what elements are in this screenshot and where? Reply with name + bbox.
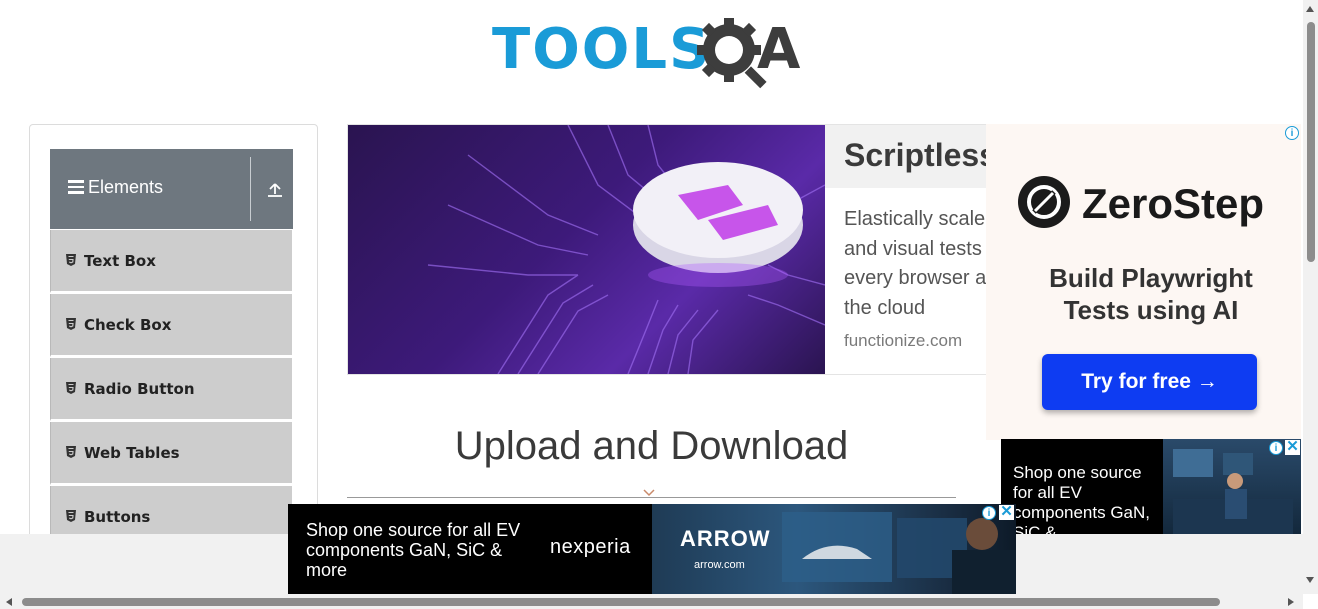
try-for-free-button[interactable]: Try for free → — [1042, 354, 1257, 410]
sidebar-item-label: Check Box — [84, 316, 172, 334]
hamburger-icon — [68, 180, 84, 194]
adchoices-icon[interactable]: i — [982, 506, 996, 520]
scroll-up-arrow-icon[interactable] — [1306, 6, 1314, 12]
sidebar-item-label: Radio Button — [84, 380, 195, 398]
small-side-ad[interactable]: Shop one source for all EV components Ga… — [1001, 439, 1301, 534]
top-banner-ad[interactable]: Scriptless Elastically scale and visual … — [347, 124, 989, 375]
scroll-left-arrow-icon[interactable] — [6, 598, 12, 606]
arrow-logo: ARROW — [680, 526, 771, 551]
html5-icon — [66, 382, 76, 394]
header-divider — [250, 157, 251, 221]
close-icon[interactable]: ✕ — [999, 504, 1014, 520]
ad-tagline-line: Build Playwright — [1049, 263, 1253, 293]
collapse-up-icon[interactable] — [265, 179, 285, 199]
sidebar-item-web-tables[interactable]: Web Tables — [50, 422, 292, 485]
arrow-domain: arrow.com — [694, 559, 745, 571]
nexperia-logo: nexperia — [550, 536, 631, 558]
bottom-ad-image: ARROW arrow.com — [652, 504, 1016, 594]
right-sidebar-ad[interactable]: ZeroStep Build Playwright Tests using AI… — [986, 124, 1301, 440]
horizontal-scrollbar[interactable] — [0, 594, 1303, 609]
circuit-chip-graphic — [427, 125, 825, 374]
scroll-right-arrow-icon[interactable] — [1288, 598, 1294, 606]
ad-tagline: Build Playwright Tests using AI — [986, 262, 1316, 326]
bottom-banner-ad[interactable]: Shop one source for all EV components Ga… — [288, 504, 1016, 594]
sidebar-group-title: Elements — [88, 177, 164, 197]
logo-text: TOOLS — [492, 17, 712, 82]
adchoices-icon[interactable]: i — [1285, 126, 1299, 140]
ad-body-line: the cloud — [844, 296, 926, 319]
bottom-ad-text: Shop one source for all EV components Ga… — [306, 520, 521, 580]
ad-copy-column: Scriptless Elastically scale and visual … — [825, 125, 988, 374]
close-icon[interactable]: ✕ — [1285, 439, 1300, 455]
sidebar-group-title-wrap: Elements — [68, 177, 163, 198]
sidebar-item-label: Text Box — [84, 252, 156, 270]
horizontal-scroll-thumb[interactable] — [22, 598, 1220, 606]
sidebar-item-label: Buttons — [84, 508, 151, 526]
ad-chip-image — [348, 125, 825, 374]
html5-icon — [66, 254, 76, 266]
ad-body-line: every browser a — [844, 267, 987, 289]
vertical-scrollbar[interactable] — [1303, 0, 1318, 594]
small-ad-text: Shop one source for all EV components Ga… — [1013, 463, 1151, 534]
ad-body: Elastically scale and visual tests every… — [844, 205, 986, 323]
sidebar-item-label: Web Tables — [84, 444, 180, 462]
sidebar-item-radio-button[interactable]: Radio Button — [50, 358, 292, 421]
ad-body-line: and visual tests — [844, 237, 982, 260]
sidebar-item-text-box[interactable]: Text Box — [50, 230, 292, 293]
ad-brand-name: ZeroStep — [1082, 180, 1265, 227]
ad-domain: functionize.com — [844, 331, 963, 350]
sidebar-item-check-box[interactable]: Check Box — [50, 294, 292, 357]
chevron-down-icon — [643, 489, 655, 497]
toolsqa-logo[interactable]: TOOLS A — [492, 14, 816, 92]
title-divider — [347, 497, 956, 498]
logo-text-a: A — [757, 17, 801, 82]
ad-headline: Scriptless — [844, 137, 989, 173]
sidebar-group-elements[interactable]: Elements — [50, 149, 293, 229]
scroll-down-arrow-icon[interactable] — [1306, 577, 1314, 583]
zerostep-logo-icon — [1018, 176, 1070, 228]
adchoices-icon[interactable]: i — [1269, 441, 1283, 455]
ad-tagline-line: Tests using AI — [1063, 295, 1239, 325]
html5-icon — [66, 446, 76, 458]
html5-icon — [66, 318, 76, 330]
page-title: Upload and Download — [454, 424, 849, 468]
vertical-scroll-thumb[interactable] — [1307, 22, 1315, 262]
html5-icon — [66, 510, 76, 522]
ad-body-line: Elastically scale — [844, 208, 986, 230]
ad-brand: ZeroStep — [1018, 176, 1264, 228]
